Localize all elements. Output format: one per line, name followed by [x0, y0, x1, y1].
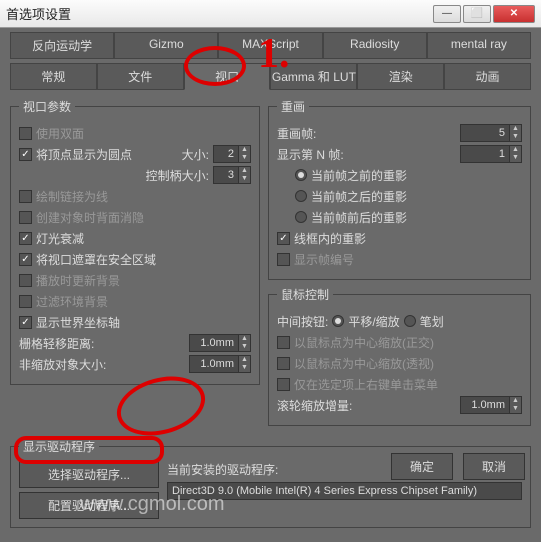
radio-stroke[interactable] [404, 315, 416, 327]
lbl-backface: 创建对象时背面消隐 [36, 209, 144, 226]
chk-ortho[interactable] [277, 336, 290, 349]
select-driver-button[interactable]: 选择驱动程序... [19, 461, 159, 488]
lbl-world-axis: 显示世界坐标轴 [36, 314, 120, 331]
window-title: 首选项设置 [6, 4, 433, 23]
lbl-both: 当前帧前后的重影 [311, 209, 407, 226]
radio-both[interactable] [295, 211, 307, 223]
lbl-grid-dist: 栅格轻移距离: [19, 335, 94, 352]
lbl-after: 当前帧之后的重影 [311, 188, 407, 205]
tab-gizmo[interactable]: Gizmo [114, 32, 218, 59]
close-button[interactable]: ✕ [493, 5, 535, 23]
lbl-middle: 中间按钮: [277, 313, 328, 330]
input-size[interactable] [214, 148, 238, 160]
spinner-redraw-frames[interactable]: ▲▼ [460, 124, 522, 142]
tab-maxscript[interactable]: MAXScript [218, 32, 322, 59]
spinner-grid-dist[interactable]: ▲▼ [189, 334, 251, 352]
viewport-params-group: 视口参数 使用双面 将顶点显示为圆点 大小: ▲▼ 控制柄大小: ▲▼ 绘制链接… [10, 98, 260, 385]
radio-after[interactable] [295, 190, 307, 202]
lbl-persp: 以鼠标点为中心缩放(透视) [294, 355, 434, 372]
chk-light-atten[interactable] [19, 232, 32, 245]
cancel-button[interactable]: 取消 [463, 453, 525, 480]
tab-anim[interactable]: 动画 [444, 63, 531, 90]
tab-viewport[interactable]: 视口 [184, 63, 271, 90]
spinner-size[interactable]: ▲▼ [213, 145, 251, 163]
lbl-nonscale: 非缩放对象大小: [19, 356, 106, 373]
lbl-show-num: 显示帧编号 [294, 251, 354, 268]
viewport-params-title: 视口参数 [19, 98, 75, 115]
lbl-stroke: 笔划 [420, 313, 444, 330]
tab-radiosity[interactable]: Radiosity [323, 32, 427, 59]
tabs-row-2: 常规 文件 视口 Gamma 和 LUT 渲染 动画 [0, 59, 541, 90]
radio-before[interactable] [295, 169, 307, 181]
redraw-group: 重画 重画帧: ▲▼ 显示第 N 帧: ▲▼ 当前帧之前的重影 当前帧之后的重影… [268, 98, 531, 280]
input-wheel[interactable] [461, 399, 509, 411]
input-grid-dist[interactable] [190, 337, 238, 349]
spinner-handle-size[interactable]: ▲▼ [213, 166, 251, 184]
tab-mentalray[interactable]: mental ray [427, 32, 531, 59]
lbl-update-bg: 播放时更新背景 [36, 272, 120, 289]
input-show-nth[interactable] [461, 148, 509, 160]
mouse-group: 鼠标控制 中间按钮: 平移/缩放 笔划 以鼠标点为中心缩放(正交) 以鼠标点为中… [268, 286, 531, 426]
chk-use-dual[interactable] [19, 127, 32, 140]
chk-safe-frame[interactable] [19, 253, 32, 266]
chk-right-click[interactable] [277, 378, 290, 391]
lbl-wireframe: 线框内的重影 [294, 230, 366, 247]
lbl-redraw-frames: 重画帧: [277, 125, 316, 142]
chk-draw-links[interactable] [19, 190, 32, 203]
lbl-safe-frame: 将视口遮罩在安全区域 [36, 251, 156, 268]
chk-update-bg[interactable] [19, 274, 32, 287]
spinner-nonscale[interactable]: ▲▼ [189, 355, 251, 373]
lbl-pan: 平移/缩放 [348, 313, 399, 330]
maximize-button[interactable]: ⬜ [463, 5, 491, 23]
chk-world-axis[interactable] [19, 316, 32, 329]
lbl-before: 当前帧之前的重影 [311, 167, 407, 184]
tab-files[interactable]: 文件 [97, 63, 184, 90]
lbl-wheel: 滚轮缩放增量: [277, 397, 352, 414]
minimize-button[interactable]: — [433, 5, 461, 23]
chk-filter-bg[interactable] [19, 295, 32, 308]
input-redraw-frames[interactable] [461, 127, 509, 139]
chk-backface[interactable] [19, 211, 32, 224]
chk-vertex-dot[interactable] [19, 148, 32, 161]
mouse-title: 鼠标控制 [277, 286, 333, 303]
input-handle-size[interactable] [214, 169, 238, 181]
lbl-ortho: 以鼠标点为中心缩放(正交) [294, 334, 434, 351]
lbl-light-atten: 灯光衰减 [36, 230, 84, 247]
lbl-filter-bg: 过滤环境背景 [36, 293, 108, 310]
tab-ik[interactable]: 反向运动学 [10, 32, 114, 59]
radio-pan[interactable] [332, 315, 344, 327]
tab-general[interactable]: 常规 [10, 63, 97, 90]
lbl-vertex-dot: 将顶点显示为圆点 [36, 146, 132, 163]
lbl-show-nth: 显示第 N 帧: [277, 146, 344, 163]
spinner-wheel[interactable]: ▲▼ [460, 396, 522, 414]
input-nonscale[interactable] [190, 358, 238, 370]
lbl-draw-links: 绘制链接为线 [36, 188, 108, 205]
chk-wireframe[interactable] [277, 232, 290, 245]
ok-button[interactable]: 确定 [391, 453, 453, 480]
lbl-use-dual: 使用双面 [36, 125, 84, 142]
titlebar: 首选项设置 — ⬜ ✕ [0, 0, 541, 28]
chk-show-num[interactable] [277, 253, 290, 266]
redraw-title: 重画 [277, 98, 309, 115]
lbl-size: 大小: [182, 146, 209, 163]
tab-render[interactable]: 渲染 [357, 63, 444, 90]
spinner-show-nth[interactable]: ▲▼ [460, 145, 522, 163]
watermark: www.cgmol.com [80, 493, 224, 516]
driver-title: 显示驱动程序 [19, 438, 99, 455]
tabs-row-1: 反向运动学 Gizmo MAXScript Radiosity mental r… [0, 28, 541, 59]
lbl-handle-size: 控制柄大小: [146, 167, 209, 184]
tab-gamma[interactable]: Gamma 和 LUT [270, 63, 357, 90]
lbl-right-click: 仅在选定项上右键单击菜单 [294, 376, 438, 393]
chk-persp[interactable] [277, 357, 290, 370]
